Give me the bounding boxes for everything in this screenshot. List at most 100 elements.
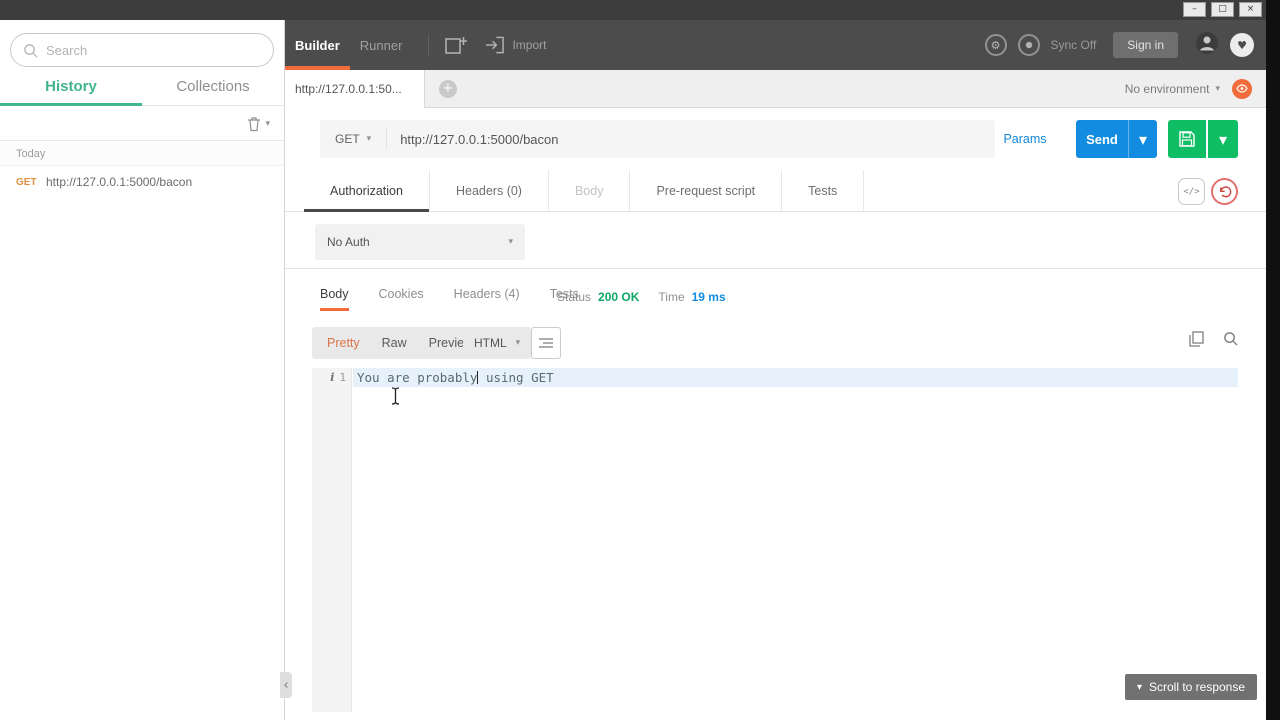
header-right-cluster: ⚙ Sync Off Sign in ♥ [984, 31, 1254, 60]
environment-selector[interactable]: No environment ▾ [1125, 82, 1220, 96]
copy-response-button[interactable] [1189, 331, 1204, 352]
nav-runner[interactable]: Runner [350, 20, 413, 70]
window-right-edge [1266, 0, 1280, 720]
response-tab-cookies[interactable]: Cookies [379, 287, 424, 311]
window-titlebar: – □ × [0, 0, 1280, 20]
history-toolbar: ▾ [0, 107, 284, 141]
import-label: Import [512, 38, 547, 52]
save-options-button[interactable]: ▾ [1208, 120, 1238, 158]
chevron-down-icon: ▾ [515, 338, 521, 348]
response-tab-headers[interactable]: Headers (4) [454, 287, 520, 311]
open-request-tab[interactable]: http://127.0.0.1:50... [285, 69, 425, 108]
add-tab-button[interactable]: + [439, 79, 457, 98]
chevron-down-icon: ▾ [1136, 681, 1142, 693]
tab-authorization[interactable]: Authorization [304, 170, 430, 212]
url-bar: GET ▾ http://127.0.0.1:5000/bacon [320, 120, 995, 158]
send-split-button: Send ▾ [1076, 120, 1157, 158]
environment-value: No environment [1124, 81, 1210, 96]
auth-type-dropdown[interactable]: No Auth ▾ [315, 224, 525, 260]
reset-request-button[interactable] [1211, 178, 1238, 205]
auth-type-value: No Auth [327, 235, 370, 249]
time-value: 19 ms [691, 290, 726, 304]
tab-collections[interactable]: Collections [142, 70, 284, 105]
request-tabstrip: http://127.0.0.1:50... + No environment … [285, 69, 1266, 108]
format-dropdown[interactable]: HTML ▾ [463, 327, 532, 359]
sync-icon[interactable] [1017, 34, 1040, 56]
search-icon [24, 43, 38, 58]
sidebar-collapse-handle[interactable]: ‹ [280, 672, 292, 698]
tab-headers[interactable]: Headers (0) [430, 170, 549, 211]
response-view-toggle: Pretty Raw Preview [312, 327, 489, 359]
line-wrap-button[interactable] [531, 327, 561, 359]
response-body-line[interactable]: You are probably using GET [357, 368, 554, 387]
generate-code-button[interactable]: </> [1178, 178, 1205, 205]
time-label: Time [658, 290, 685, 304]
view-raw[interactable]: Raw [371, 327, 418, 359]
save-split-button: ▾ [1168, 120, 1238, 158]
send-button[interactable]: Send [1076, 120, 1128, 158]
params-button[interactable]: Params [985, 120, 1065, 158]
editor-gutter: i 1 [312, 368, 352, 712]
tab-tests[interactable]: Tests [782, 170, 865, 211]
app-header: Builder Runner Import ⚙ Sync Off Sign in [285, 20, 1266, 70]
window-minimize-button[interactable]: – [1183, 2, 1206, 17]
sync-dot-icon [1025, 41, 1032, 49]
window-restore-button[interactable]: □ [1211, 2, 1234, 17]
url-input[interactable]: http://127.0.0.1:5000/bacon [387, 132, 995, 147]
view-pretty[interactable]: Pretty [316, 327, 371, 359]
status-label: Status [557, 290, 592, 304]
send-options-button[interactable]: ▾ [1128, 120, 1157, 158]
search-icon [1224, 332, 1238, 346]
chevron-down-icon: ▾ [508, 237, 513, 247]
body-text-before-cursor: You are probably [357, 370, 478, 385]
status-badge: 200 OK [598, 290, 640, 304]
sync-status-label: Sync Off [1050, 38, 1097, 52]
request-editor-tabs: Authorization Headers (0) Body Pre-reque… [285, 170, 1266, 212]
save-button[interactable] [1168, 120, 1206, 158]
postman-window: – □ × History Collections ▾ Today GET ht… [0, 0, 1280, 720]
main-area: Builder Runner Import ⚙ Sync Off Sign in [285, 20, 1266, 720]
undo-icon [1219, 185, 1231, 197]
trash-icon [248, 116, 261, 131]
request-tab-title: http://127.0.0.1:50... [295, 81, 402, 96]
window-close-button[interactable]: × [1239, 2, 1262, 17]
environment-quicklook-button[interactable] [1232, 78, 1252, 99]
user-avatar-icon[interactable] [1195, 31, 1219, 60]
line-number: 1 [339, 371, 346, 384]
response-tab-body[interactable]: Body [320, 287, 349, 311]
mouse-ibeam-cursor [391, 387, 400, 405]
eye-icon [1236, 84, 1248, 93]
new-window-icon [445, 37, 468, 54]
response-tabs: Body Cookies Headers (4) Tests [320, 287, 579, 311]
method-dropdown[interactable]: GET ▾ [320, 127, 388, 151]
scroll-to-response-button[interactable]: ▾ Scroll to response [1125, 674, 1257, 700]
nav-builder[interactable]: Builder [285, 20, 350, 70]
scroll-to-response-label: Scroll to response [1148, 680, 1246, 694]
gutter-line-1: i 1 [312, 368, 352, 387]
heart-icon[interactable]: ♥ [1230, 33, 1254, 57]
history-url: http://127.0.0.1:5000/bacon [46, 175, 193, 189]
chevron-down-icon: ▾ [1215, 83, 1220, 94]
method-value: GET [335, 131, 360, 146]
clear-history-button[interactable]: ▾ [247, 116, 270, 132]
info-icon: i [330, 371, 335, 384]
environment-area: No environment ▾ [1125, 78, 1266, 99]
tab-body[interactable]: Body [549, 170, 631, 211]
settings-gear-icon[interactable]: ⚙ [984, 34, 1007, 56]
tab-history[interactable]: History [0, 70, 142, 106]
new-tab-window-button[interactable] [445, 36, 468, 54]
search-box[interactable] [10, 33, 274, 67]
window-controls: – □ × [1183, 2, 1262, 17]
search-response-button[interactable] [1223, 331, 1238, 351]
wrap-lines-icon [539, 338, 553, 348]
import-button[interactable]: Import [485, 36, 546, 54]
body-text-after-cursor: using GET [478, 370, 554, 385]
history-item[interactable]: GET http://127.0.0.1:5000/bacon [0, 167, 284, 197]
response-body-editor[interactable]: i 1 You are probably using GET [312, 368, 1238, 712]
search-input[interactable] [46, 42, 261, 58]
tab-prerequest-script[interactable]: Pre-request script [630, 170, 783, 211]
copy-icon [1189, 331, 1204, 347]
chevron-down-icon: ▾ [265, 118, 270, 129]
history-date-header: Today [0, 142, 284, 166]
sign-in-button[interactable]: Sign in [1113, 32, 1178, 58]
